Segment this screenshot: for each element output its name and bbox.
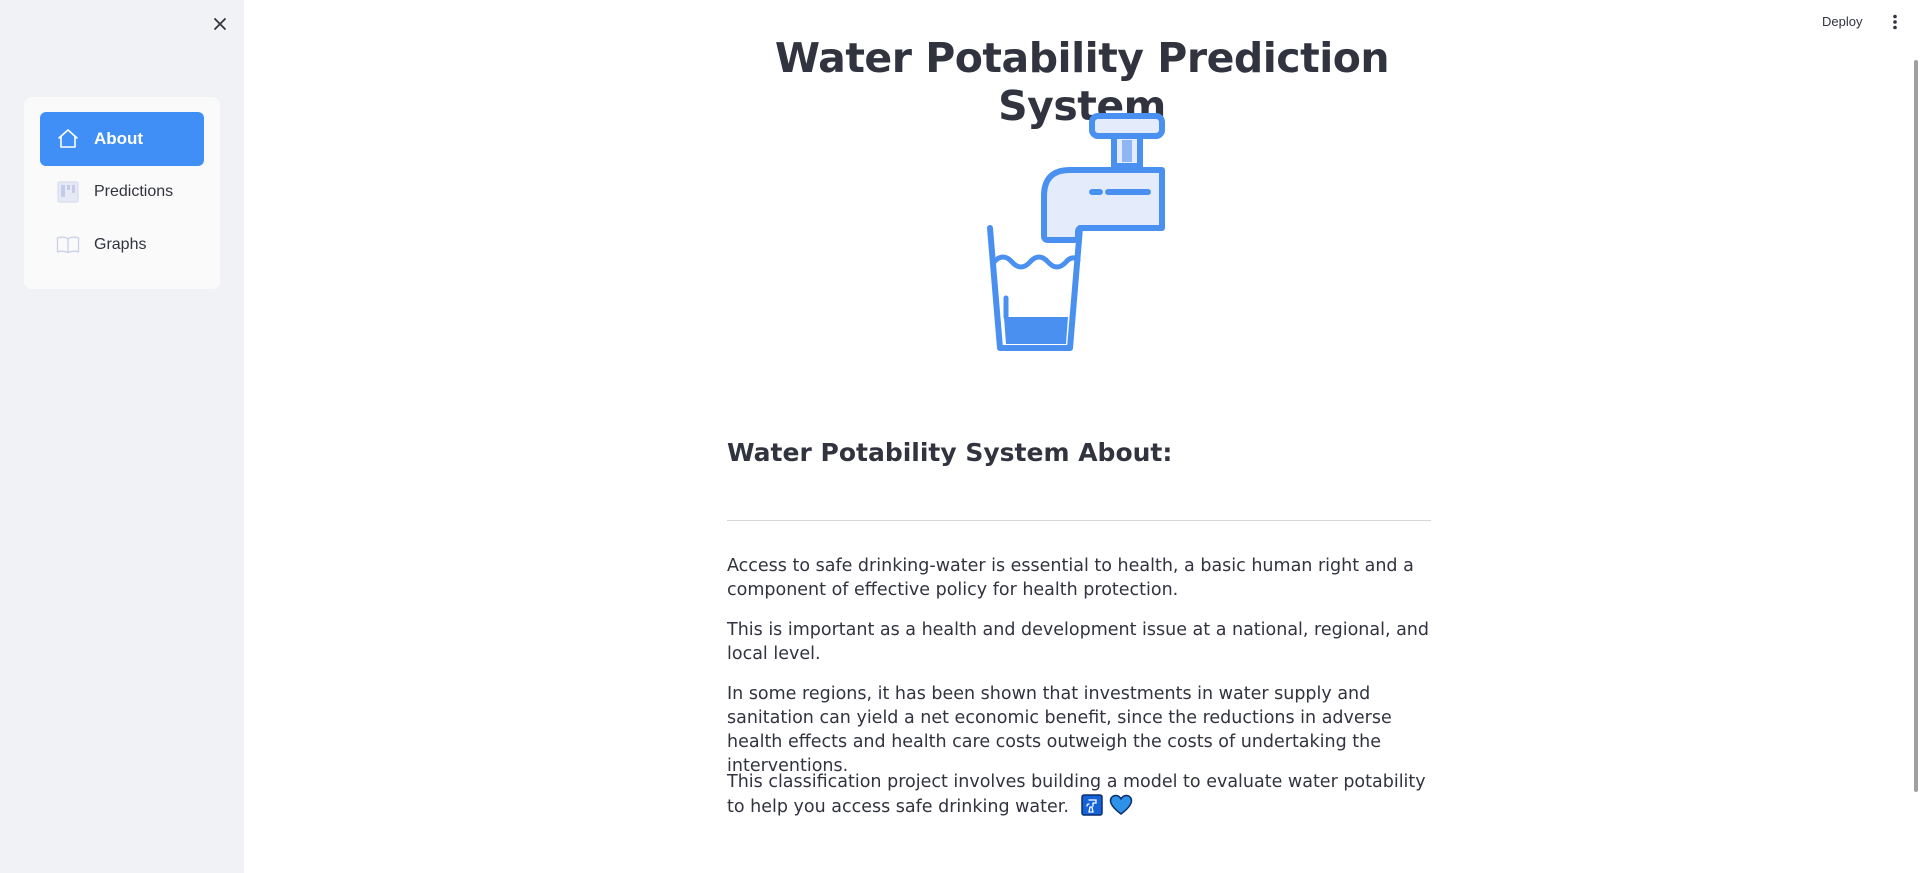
sidebar: About Predictions Graphs [0,0,244,873]
nav-item-about[interactable]: About [40,112,204,166]
blue-heart-emoji [1109,794,1133,823]
paragraph-1: Access to safe drinking-water is essenti… [727,556,1414,600]
paragraph-4-text: This classification project involves bui… [727,772,1426,817]
nav-item-label: Graphs [94,236,147,253]
nav-item-graphs[interactable]: Graphs [40,218,204,272]
nav-item-label: Predictions [94,183,174,200]
nav-item-label: About [94,129,144,148]
potable-water-emoji [1080,794,1103,823]
kanban-icon [56,180,80,204]
paragraph-3: In some regions, it has been shown that … [727,684,1392,776]
paragraph-2: This is important as a health and develo… [727,620,1430,664]
main-content: Water Potability Prediction System Water… [244,0,1912,873]
scrollbar-thumb[interactable] [1914,60,1918,792]
close-icon [214,18,226,30]
water-faucet-glass-icon [987,113,1165,351]
section-heading: Water Potability System About: [727,438,1173,467]
book-icon [56,233,80,257]
paragraph-4: This classification project involves bui… [727,770,1439,823]
option-menu: About Predictions Graphs [24,97,220,289]
divider [727,520,1431,521]
nav-item-predictions[interactable]: Predictions [40,165,204,219]
close-sidebar-button[interactable] [208,12,232,36]
house-icon [56,127,80,151]
